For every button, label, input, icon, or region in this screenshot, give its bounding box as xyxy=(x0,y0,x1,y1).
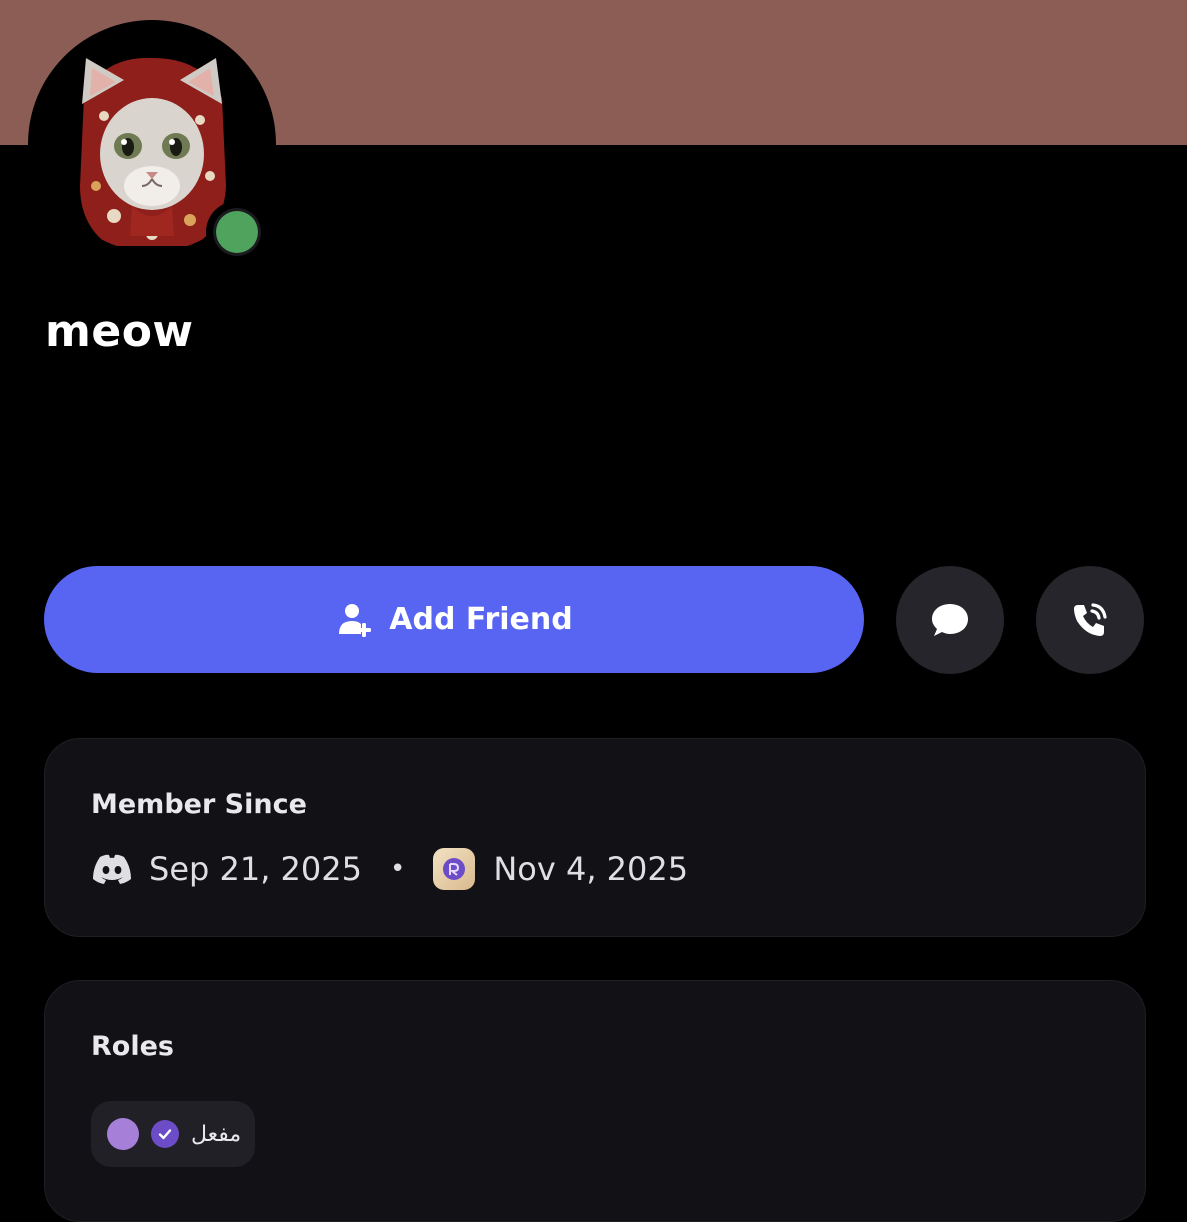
role-color-dot xyxy=(107,1118,139,1150)
discord-join-date: Sep 21, 2025 xyxy=(149,850,362,888)
add-user-icon xyxy=(339,603,372,637)
member-since-title: Member Since xyxy=(91,789,307,820)
member-since-row: Sep 21, 2025 • Nov 4, 2025 xyxy=(91,847,688,891)
roles-card: Roles مفعل xyxy=(44,980,1146,1222)
discord-icon xyxy=(93,854,131,884)
server-emblem-icon xyxy=(443,858,466,880)
online-status-icon xyxy=(216,211,258,253)
username: meow xyxy=(45,306,194,357)
roles-title: Roles xyxy=(91,1031,174,1062)
add-friend-label: Add Friend xyxy=(389,602,573,637)
role-name: مفعل xyxy=(191,1121,242,1147)
role-pill[interactable]: مفعل xyxy=(91,1101,255,1167)
server-icon xyxy=(433,848,476,890)
add-friend-button[interactable]: Add Friend xyxy=(44,566,864,673)
chat-bubble-icon xyxy=(932,604,968,636)
member-since-card: Member Since Sep 21, 2025 • Nov 4, 2025 xyxy=(44,738,1146,937)
server-join-date: Nov 4, 2025 xyxy=(493,850,689,888)
call-button[interactable] xyxy=(1036,566,1144,674)
message-button[interactable] xyxy=(896,566,1004,674)
verified-check-icon xyxy=(151,1120,179,1148)
phone-call-icon xyxy=(1074,603,1107,636)
date-separator: • xyxy=(389,854,406,884)
